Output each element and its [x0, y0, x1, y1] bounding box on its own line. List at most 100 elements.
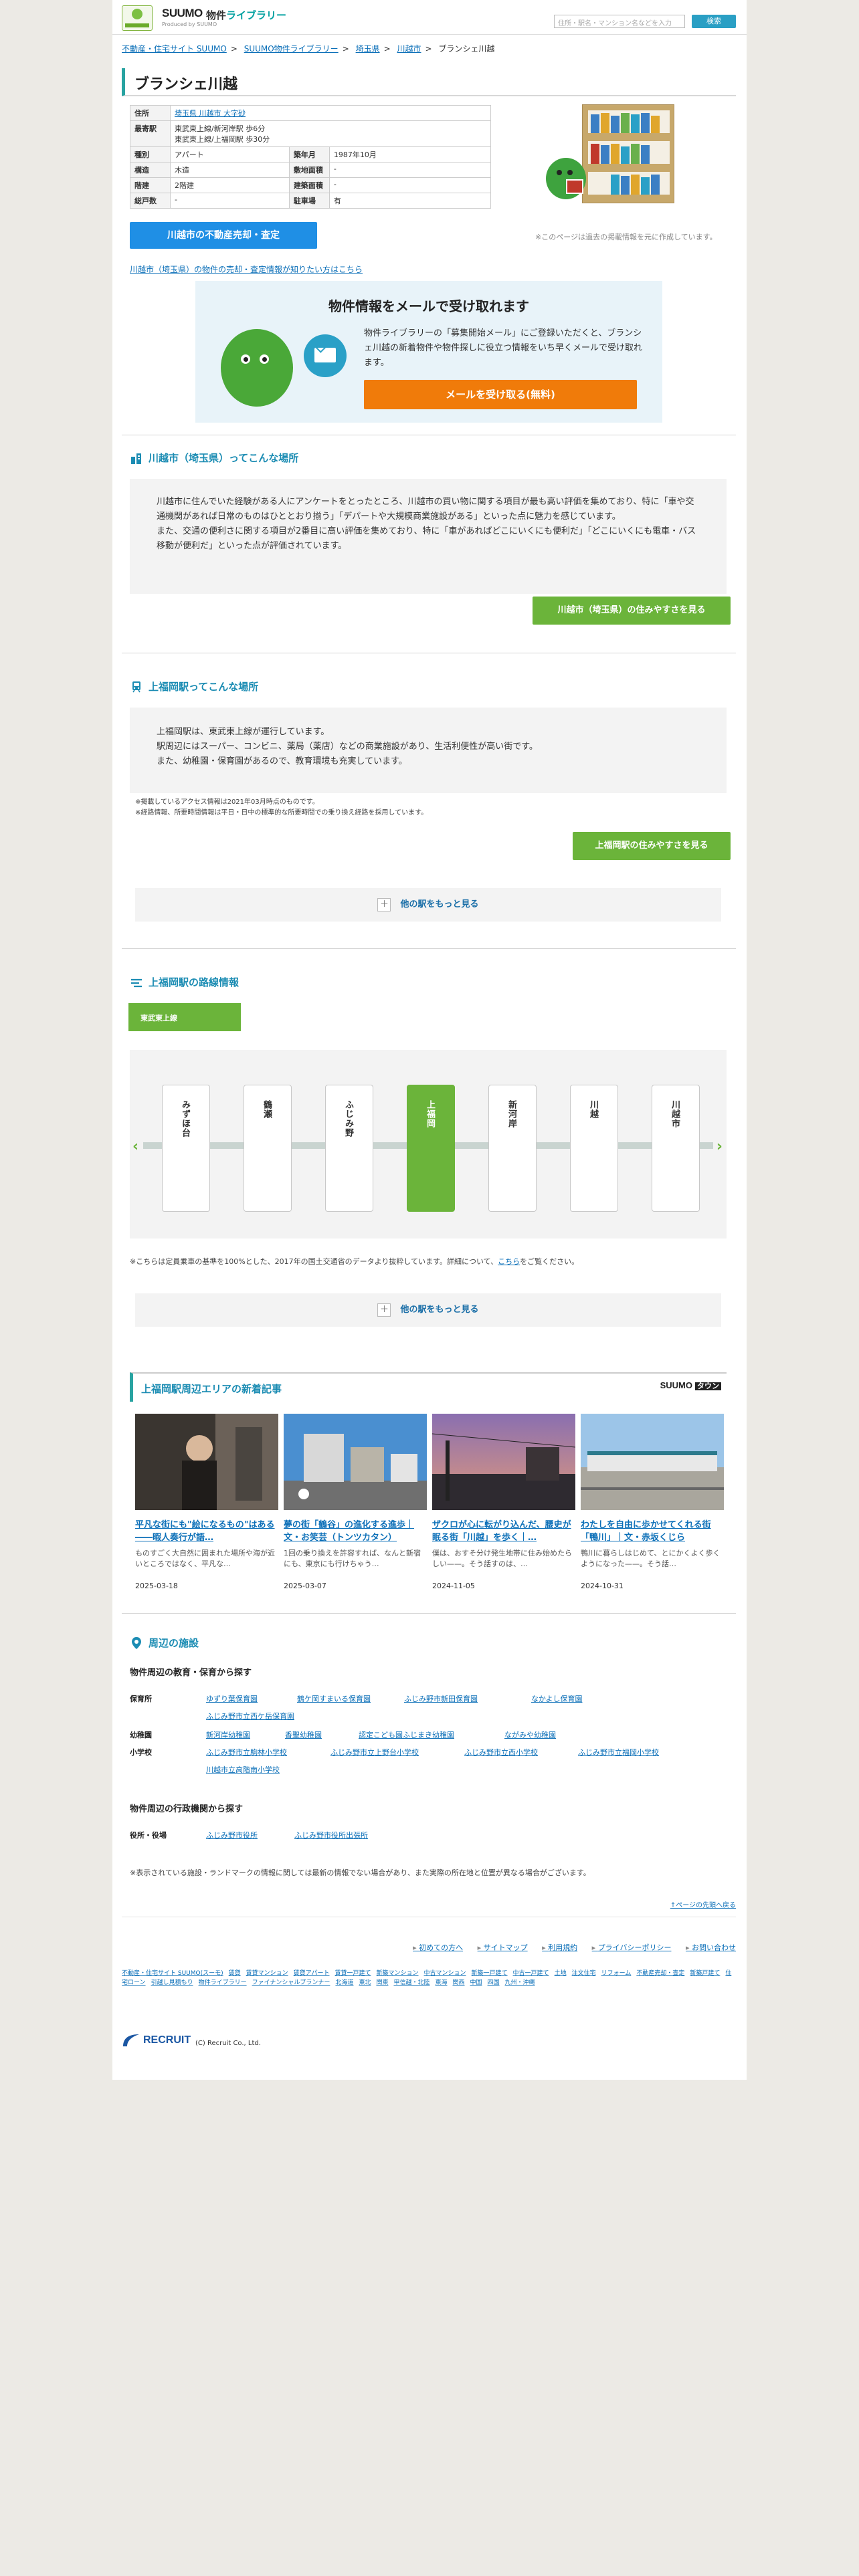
station-livability-button[interactable]: 上福岡駅の住みやすさを見る — [573, 832, 731, 860]
sitemap-link[interactable]: 中古マンション — [424, 1970, 466, 1977]
sitemap-link[interactable]: 北海道 — [335, 1979, 353, 1986]
news-title[interactable]: わたしを自由に歩かせてくれる街「鴨川」｜文・赤坂くじら — [581, 1519, 724, 1544]
suumo-town-logo[interactable]: SUUMO タウン — [660, 1380, 721, 1391]
breadcrumb-suumo[interactable]: 不動産・住宅サイト SUUMO — [122, 44, 227, 53]
mail-signup-box: 物件情報をメールで受け取れます 物件ライブラリーの「募集開始メール」にご登録いた… — [195, 281, 662, 423]
facility-link[interactable]: 認定こども園ふじまき幼稚園 — [359, 1729, 454, 1740]
chevron-right-icon[interactable]: › — [717, 1138, 723, 1155]
news-title[interactable]: ザクロが心に転がり込んだ、腰史が眠る街「川越」を歩く｜… — [432, 1519, 575, 1544]
prop-key: 最寄駅 — [130, 120, 171, 147]
facility-link[interactable]: ふじみ野市役所出張所 — [294, 1830, 368, 1840]
facility-link[interactable]: ふじみ野市新田保育園 — [404, 1693, 478, 1704]
facility-link[interactable]: ふじみ野市立西ケ岳保育園 — [206, 1711, 294, 1721]
chevron-left-icon[interactable]: ‹ — [132, 1138, 138, 1155]
address-link[interactable]: 埼玉県 川越市 大字砂 — [175, 109, 246, 118]
more-stations-button[interactable]: ＋他の駅をもっと見る — [135, 888, 721, 922]
article-photo-street-dusk[interactable] — [432, 1414, 576, 1510]
sitemap-link[interactable]: 新築一戸建て — [472, 1970, 508, 1977]
breadcrumb-library[interactable]: SUUMO物件ライブラリー — [244, 44, 339, 53]
news-title[interactable]: 平凡な街にも"絵になるもの"はある――暇人奏行が語… — [135, 1519, 278, 1544]
city-livability-button[interactable]: 川越市（埼玉県）の住みやすさを見る — [533, 597, 731, 625]
suumo-logo[interactable]: SUUMO — [162, 7, 203, 20]
article-photo-city[interactable] — [284, 1414, 427, 1510]
sitemap-link[interactable]: 中古一戸建て — [513, 1970, 549, 1977]
library-logo-icon[interactable] — [122, 5, 153, 31]
news-card[interactable]: ザクロが心に転がり込んだ、腰史が眠る街「川越」を歩く｜… 僕は、おすそ分け発生地… — [432, 1414, 576, 1590]
facility-link[interactable]: 香聖幼稚園 — [285, 1729, 322, 1740]
facility-link[interactable]: ゆずり葉保育園 — [206, 1693, 258, 1704]
sitemap-link[interactable]: 注文住宅 — [572, 1970, 596, 1977]
footer-link[interactable]: 初めての方へ — [413, 1943, 463, 1952]
station-card[interactable]: 新河岸 — [488, 1085, 537, 1212]
library-logo-text[interactable]: 物件ライブラリー — [206, 8, 286, 22]
news-card[interactable]: 夢の街「鶴谷」の進化する進歩｜文・お笑芸（トンツカタン） 1回の乗り換えを許容す… — [284, 1414, 427, 1590]
sitemap-link[interactable]: 甲信越・北陸 — [393, 1979, 430, 1986]
breadcrumb-city[interactable]: 川越市 — [397, 44, 421, 53]
sitemap-link[interactable]: 不動産売却・査定 — [636, 1970, 684, 1977]
news-date: 2025-03-18 — [135, 1582, 178, 1590]
sitemap-link[interactable]: 不動産・住宅サイト SUUMO(スーモ) — [122, 1970, 223, 1977]
sitemap-link[interactable]: 土地 — [555, 1970, 567, 1977]
sitemap-link[interactable]: 九州・沖縄 — [505, 1979, 535, 1986]
facility-link[interactable]: 鶴ケ岡すまいる保育園 — [297, 1693, 371, 1704]
mail-description: 物件ライブラリーの「募集開始メール」にご登録いただくと、ブランシェ川越の新着物件… — [364, 328, 643, 368]
search-button[interactable]: 検索 — [692, 15, 736, 28]
sale-assessment-button[interactable]: 川越市の不動産売却・査定 — [130, 222, 317, 249]
facility-link[interactable]: ふじみ野市立上野台小学校 — [330, 1747, 419, 1757]
sitemap-link[interactable]: 新築マンション — [377, 1970, 419, 1977]
sitemap-link[interactable]: 四国 — [488, 1979, 500, 1986]
sitemap-link[interactable]: 賃貸 — [229, 1970, 241, 1977]
footer-link[interactable]: サイトマップ — [478, 1943, 528, 1952]
facility-link[interactable]: 新河岸幼稚園 — [206, 1729, 250, 1740]
sell-info-link[interactable]: 川越市（埼玉県）の物件の売却・査定情報が知りたい方はこちら — [130, 263, 363, 275]
plus-icon: ＋ — [377, 897, 391, 911]
news-card[interactable]: 平凡な街にも"絵になるもの"はある――暇人奏行が語… ものすごく大自然に囲まれた… — [135, 1414, 278, 1590]
station-card[interactable]: 上福岡 — [407, 1085, 455, 1212]
article-photo-station[interactable] — [581, 1414, 724, 1510]
sitemap-link[interactable]: 物件ライブラリー — [199, 1979, 247, 1986]
station-card[interactable]: 川越 — [570, 1085, 618, 1212]
sitemap-link[interactable]: 賃貸マンション — [246, 1970, 288, 1977]
mail-signup-button[interactable]: メールを受け取る(無料) — [364, 380, 637, 409]
breadcrumb-prefecture[interactable]: 埼玉県 — [356, 44, 380, 53]
facility-link[interactable]: ふじみ野市役所 — [206, 1830, 258, 1840]
sitemap-link[interactable]: 関西 — [453, 1979, 465, 1986]
sitemap-link[interactable]: 賃貸一戸建て — [335, 1970, 371, 1977]
footer-link[interactable]: お問い合わせ — [686, 1943, 736, 1952]
sitemap-link[interactable]: 新築戸建て — [690, 1970, 720, 1977]
sitemap-link[interactable]: 東海 — [435, 1979, 447, 1986]
station-card[interactable]: みずほ台 — [162, 1085, 210, 1212]
sitemap-link[interactable]: ファイナンシャルプランナー — [252, 1979, 330, 1986]
facility-link[interactable]: ふじみ野市立福岡小学校 — [578, 1747, 659, 1757]
station-card[interactable]: 川越市 — [652, 1085, 700, 1212]
news-card[interactable]: わたしを自由に歩かせてくれる街「鴨川」｜文・赤坂くじら 鴨川に暮らしはじめて、と… — [581, 1414, 724, 1590]
sitemap-link[interactable]: 賃貸アパート — [294, 1970, 330, 1977]
prop-key: 構造 — [130, 162, 171, 178]
facility-link[interactable]: ふじみ野市立駒林小学校 — [206, 1747, 287, 1757]
sitemap-link[interactable]: リフォーム — [601, 1970, 632, 1977]
facility-link[interactable]: ながみや幼稚園 — [504, 1729, 556, 1740]
search-input[interactable]: 住所・駅名・マンション名などを入力 — [554, 15, 685, 28]
facility-link[interactable]: なかよし保育園 — [531, 1693, 582, 1704]
news-title[interactable]: 夢の街「鶴谷」の進化する進歩｜文・お笑芸（トンツカタン） — [284, 1519, 427, 1544]
sitemap-link[interactable]: 中国 — [470, 1979, 482, 1986]
line-tab-tobu-tojo[interactable]: 東武東上線 — [128, 1003, 241, 1031]
article-photo-person[interactable] — [135, 1414, 278, 1510]
station-card[interactable]: ふじみ野 — [325, 1085, 373, 1212]
news-desc: ものすごく大自然に囲まれた場所や海が近いところではなく、平凡な… — [135, 1549, 275, 1568]
station-card[interactable]: 鶴瀬 — [244, 1085, 292, 1212]
sitemap-link[interactable]: 東北 — [359, 1979, 371, 1986]
footer-link[interactable]: プライバシーポリシー — [592, 1943, 672, 1952]
facility-link[interactable]: ふじみ野市立西小学校 — [464, 1747, 538, 1757]
city-description-box: 川越市に住んでいた経験がある人にアンケートをとったところ、川越市の買い物に関する… — [130, 479, 727, 594]
sitemap-link[interactable]: 関東 — [376, 1979, 388, 1986]
details-link[interactable]: こちら — [498, 1257, 520, 1266]
property-table: 住所 埼玉県 川越市 大字砂 最寄駅 東武東上線/新河岸駅 歩6分 東武東上線/上福… — [130, 105, 492, 209]
prop-value: 木造 — [170, 162, 290, 178]
sitemap-link[interactable]: 引越し見積もり — [151, 1979, 193, 1986]
more-stations-button[interactable]: ＋他の駅をもっと見る — [135, 1293, 721, 1327]
footer-link[interactable]: 利用規約 — [542, 1943, 577, 1952]
back-to-top-link[interactable]: ↑ページの先頭へ戻る — [670, 1899, 736, 1909]
city-description: 川越市に住んでいた経験がある人にアンケートをとったところ、川越市の買い物に関する… — [157, 497, 696, 551]
facility-link[interactable]: 川越市立高階南小学校 — [206, 1764, 280, 1775]
